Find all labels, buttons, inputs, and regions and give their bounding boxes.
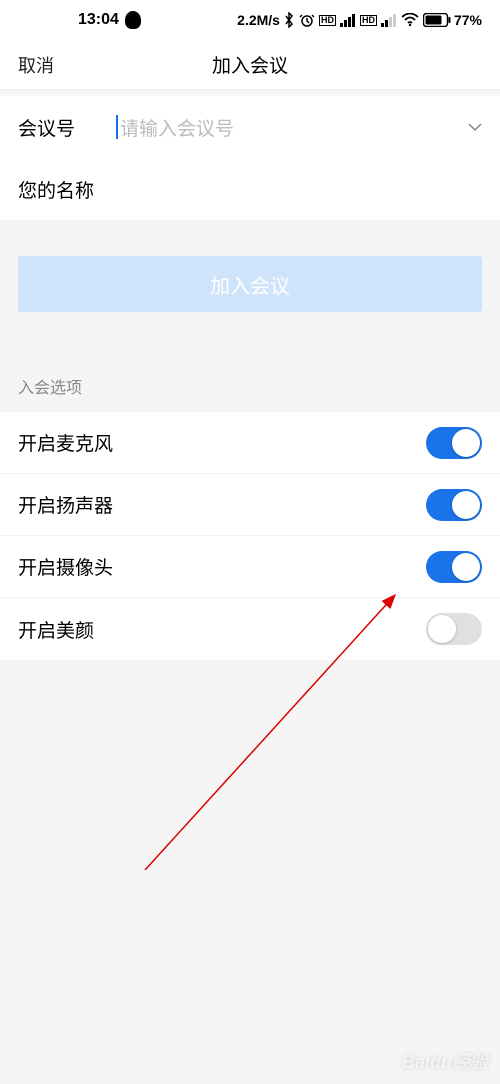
option-label: 开启麦克风: [18, 429, 426, 456]
meeting-id-label: 会议号: [18, 114, 116, 141]
network-speed: 2.2M/s: [237, 12, 280, 28]
nav-bar: 取消 加入会议: [0, 40, 500, 90]
camera-toggle[interactable]: [426, 551, 482, 583]
name-input[interactable]: [116, 178, 482, 200]
meeting-id-input[interactable]: 请输入会议号: [116, 114, 482, 141]
option-label: 开启摄像头: [18, 553, 426, 580]
battery-percent: 77%: [454, 12, 482, 28]
page-title: 加入会议: [212, 51, 288, 78]
signal-icon: [340, 13, 356, 27]
app-icon: [125, 11, 141, 29]
option-microphone: 开启麦克风: [0, 412, 500, 474]
bluetooth-icon: [283, 12, 295, 28]
meeting-form: 会议号 请输入会议号 您的名称: [0, 96, 500, 220]
signal-icon-2: [381, 13, 397, 27]
watermark: Baidu经验: [402, 1048, 488, 1074]
beauty-toggle[interactable]: [426, 613, 482, 645]
wifi-icon: [401, 13, 419, 27]
cancel-button[interactable]: 取消: [18, 52, 54, 78]
option-label: 开启美颜: [18, 616, 426, 643]
name-row[interactable]: 您的名称: [0, 158, 500, 220]
option-speaker: 开启扬声器: [0, 474, 500, 536]
status-bar: 13:04 2.2M/s HD HD 77%: [0, 0, 500, 40]
alarm-icon: [299, 12, 315, 28]
option-beauty: 开启美颜: [0, 598, 500, 660]
options-section-title: 入会选项: [0, 348, 500, 412]
option-label: 开启扬声器: [18, 491, 426, 518]
status-icons: HD HD: [283, 12, 451, 28]
option-camera: 开启摄像头: [0, 536, 500, 598]
options-list: 开启麦克风 开启扬声器 开启摄像头 开启美颜: [0, 412, 500, 660]
speaker-toggle[interactable]: [426, 489, 482, 521]
chevron-down-icon[interactable]: [468, 118, 482, 136]
button-wrap: 加入会议: [0, 220, 500, 348]
battery-icon: [423, 13, 451, 27]
status-time: 13:04: [78, 11, 119, 29]
text-cursor: [116, 115, 118, 139]
microphone-toggle[interactable]: [426, 427, 482, 459]
join-meeting-button[interactable]: 加入会议: [18, 256, 482, 312]
name-label: 您的名称: [18, 176, 116, 203]
meeting-id-row[interactable]: 会议号 请输入会议号: [0, 96, 500, 158]
